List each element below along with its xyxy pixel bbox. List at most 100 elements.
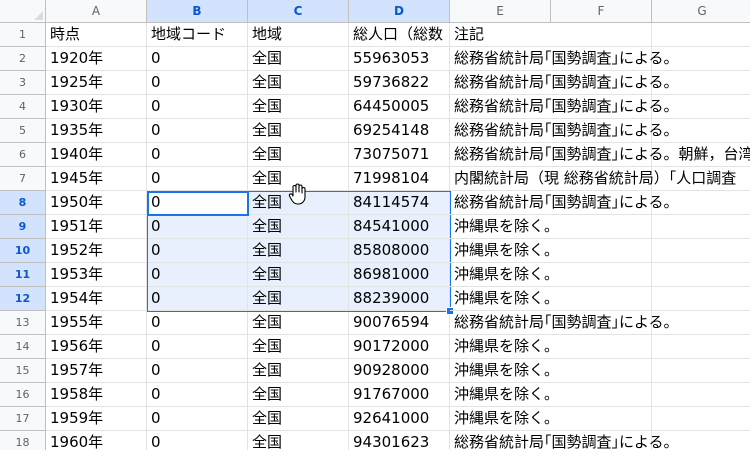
cell-e18[interactable]: 総務省統計局｢国勢調査｣による。 (450, 431, 750, 450)
cell-b8[interactable]: 0 (147, 191, 248, 215)
cell-e17[interactable]: 沖縄県を除く。 (450, 407, 750, 431)
cell-b7[interactable]: 0 (147, 167, 248, 191)
row-header-6[interactable]: 6 (0, 143, 46, 167)
cell-d9[interactable]: 84541000 (349, 215, 450, 239)
cell-e1[interactable]: 注記 (450, 23, 750, 47)
cell-b2[interactable]: 0 (147, 47, 248, 71)
cell-b15[interactable]: 0 (147, 359, 248, 383)
column-header-b[interactable]: B (147, 0, 248, 23)
cell-d1[interactable]: 総人口（総数 (349, 23, 450, 47)
cell-b13[interactable]: 0 (147, 311, 248, 335)
cell-c9[interactable]: 全国 (248, 215, 349, 239)
cell-e14[interactable]: 沖縄県を除く。 (450, 335, 750, 359)
row-header-18[interactable]: 18 (0, 431, 46, 450)
cell-a6[interactable]: 1940年 (46, 143, 147, 167)
row-header-13[interactable]: 13 (0, 311, 46, 335)
column-header-d[interactable]: D (349, 0, 450, 23)
cell-d2[interactable]: 55963053 (349, 47, 450, 71)
cell-d10[interactable]: 85808000 (349, 239, 450, 263)
cell-a7[interactable]: 1945年 (46, 167, 147, 191)
cell-d6[interactable]: 73075071 (349, 143, 450, 167)
cell-a13[interactable]: 1955年 (46, 311, 147, 335)
cell-b9[interactable]: 0 (147, 215, 248, 239)
cell-e2[interactable]: 総務省統計局｢国勢調査｣による。 (450, 47, 750, 71)
cell-e4[interactable]: 総務省統計局｢国勢調査｣による。 (450, 95, 750, 119)
cell-d18[interactable]: 94301623 (349, 431, 450, 450)
cell-a18[interactable]: 1960年 (46, 431, 147, 450)
cell-d5[interactable]: 69254148 (349, 119, 450, 143)
cell-d11[interactable]: 86981000 (349, 263, 450, 287)
cell-a15[interactable]: 1957年 (46, 359, 147, 383)
cell-b10[interactable]: 0 (147, 239, 248, 263)
cell-c17[interactable]: 全国 (248, 407, 349, 431)
cell-d15[interactable]: 90928000 (349, 359, 450, 383)
row-header-9[interactable]: 9 (0, 215, 46, 239)
row-header-1[interactable]: 1 (0, 23, 46, 47)
cell-c13[interactable]: 全国 (248, 311, 349, 335)
cell-b18[interactable]: 0 (147, 431, 248, 450)
cell-a1[interactable]: 時点 (46, 23, 147, 47)
cell-d3[interactable]: 59736822 (349, 71, 450, 95)
cell-a9[interactable]: 1951年 (46, 215, 147, 239)
column-header-c[interactable]: C (248, 0, 349, 23)
cell-e15[interactable]: 沖縄県を除く。 (450, 359, 750, 383)
cell-a17[interactable]: 1959年 (46, 407, 147, 431)
cell-e5[interactable]: 総務省統計局｢国勢調査｣による。 (450, 119, 750, 143)
cell-d17[interactable]: 92641000 (349, 407, 450, 431)
cell-e3[interactable]: 総務省統計局｢国勢調査｣による。 (450, 71, 750, 95)
row-header-4[interactable]: 4 (0, 95, 46, 119)
row-header-10[interactable]: 10 (0, 239, 46, 263)
cell-d8[interactable]: 84114574 (349, 191, 450, 215)
cell-d13[interactable]: 90076594 (349, 311, 450, 335)
cell-e7[interactable]: 内閣統計局（現 総務省統計局）「人口調査 (450, 167, 750, 191)
row-header-2[interactable]: 2 (0, 47, 46, 71)
cell-e11[interactable]: 沖縄県を除く。 (450, 263, 750, 287)
cell-b16[interactable]: 0 (147, 383, 248, 407)
cell-a8[interactable]: 1950年 (46, 191, 147, 215)
cell-e10[interactable]: 沖縄県を除く。 (450, 239, 750, 263)
cell-a11[interactable]: 1953年 (46, 263, 147, 287)
cell-c14[interactable]: 全国 (248, 335, 349, 359)
cell-c3[interactable]: 全国 (248, 71, 349, 95)
cell-e6[interactable]: 総務省統計局｢国勢調査｣による。朝鮮，台湾 (450, 143, 750, 167)
row-header-15[interactable]: 15 (0, 359, 46, 383)
spreadsheet-grid[interactable]: ABCDEFG 1 2 3 4 5 6 7 8 9 10 11 12 13 14 15 16 17 18 時点 地域… (0, 0, 750, 450)
select-all-corner[interactable] (0, 0, 46, 23)
cell-d12[interactable]: 88239000 (349, 287, 450, 311)
column-header-a[interactable]: A (46, 0, 147, 23)
cell-e12[interactable]: 沖縄県を除く。 (450, 287, 750, 311)
cell-c15[interactable]: 全国 (248, 359, 349, 383)
cell-c5[interactable]: 全国 (248, 119, 349, 143)
cell-e9[interactable]: 沖縄県を除く。 (450, 215, 750, 239)
row-header-7[interactable]: 7 (0, 167, 46, 191)
cell-a10[interactable]: 1952年 (46, 239, 147, 263)
cell-a4[interactable]: 1930年 (46, 95, 147, 119)
cell-c2[interactable]: 全国 (248, 47, 349, 71)
cell-c10[interactable]: 全国 (248, 239, 349, 263)
cell-a2[interactable]: 1920年 (46, 47, 147, 71)
cell-c4[interactable]: 全国 (248, 95, 349, 119)
cell-c6[interactable]: 全国 (248, 143, 349, 167)
row-header-5[interactable]: 5 (0, 119, 46, 143)
cell-a3[interactable]: 1925年 (46, 71, 147, 95)
row-header-14[interactable]: 14 (0, 335, 46, 359)
cell-b6[interactable]: 0 (147, 143, 248, 167)
row-header-12[interactable]: 12 (0, 287, 46, 311)
cell-c12[interactable]: 全国 (248, 287, 349, 311)
cell-b5[interactable]: 0 (147, 119, 248, 143)
cell-e13[interactable]: 総務省統計局｢国勢調査｣による。 (450, 311, 750, 335)
cell-d16[interactable]: 91767000 (349, 383, 450, 407)
cell-c1[interactable]: 地域 (248, 23, 349, 47)
row-header-16[interactable]: 16 (0, 383, 46, 407)
row-header-17[interactable]: 17 (0, 407, 46, 431)
cell-d4[interactable]: 64450005 (349, 95, 450, 119)
cell-b11[interactable]: 0 (147, 263, 248, 287)
cell-c11[interactable]: 全国 (248, 263, 349, 287)
cell-b4[interactable]: 0 (147, 95, 248, 119)
cell-a5[interactable]: 1935年 (46, 119, 147, 143)
cell-d7[interactable]: 71998104 (349, 167, 450, 191)
cell-b3[interactable]: 0 (147, 71, 248, 95)
cell-a14[interactable]: 1956年 (46, 335, 147, 359)
column-header-e[interactable]: E (450, 0, 551, 23)
cell-e8[interactable]: 総務省統計局｢国勢調査｣による。 (450, 191, 750, 215)
